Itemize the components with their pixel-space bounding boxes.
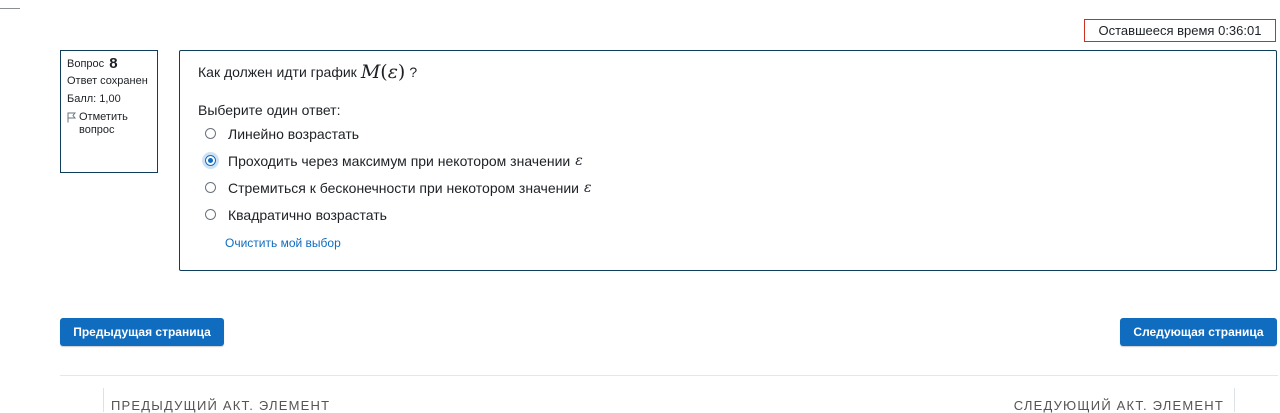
formula-close-paren: ) [397, 61, 406, 83]
top-divider [0, 8, 20, 9]
flag-question-button[interactable]: Отметить вопрос [67, 111, 151, 137]
answer-list: Линейно возрастать Проходить через макси… [198, 120, 1258, 228]
question-grade: Балл: 1,00 [67, 93, 121, 105]
formula-open-paren: ( [380, 61, 388, 83]
timer-label: Оставшееся время [1098, 23, 1215, 38]
formula-function: M [360, 61, 381, 83]
answer-option[interactable]: Квадратично возрастать [198, 201, 1258, 228]
radio-button[interactable] [205, 182, 216, 193]
question-text-end: ? [409, 64, 418, 80]
answer-prompt: Выберите один ответ: [198, 102, 341, 118]
answer-label: Стремиться к бесконечности при некотором… [228, 179, 579, 196]
question-info-panel: Вопрос 8 Ответ сохранен Балл: 1,00 Отмет… [60, 50, 158, 173]
answer-option[interactable]: Стремиться к бесконечности при некотором… [198, 174, 1258, 201]
answer-option[interactable]: Линейно возрастать [198, 120, 1258, 147]
question-number-value: 8 [109, 55, 118, 72]
timer-value: 0:36:01 [1218, 23, 1262, 38]
next-page-button[interactable]: Следующая страница [1120, 318, 1277, 346]
flag-question-label: Отметить вопрос [79, 111, 128, 136]
answer-symbol: ε [584, 179, 592, 196]
quiz-timer: Оставшееся время 0:36:01 [1084, 19, 1276, 42]
footer-divider [60, 375, 1278, 376]
answer-label: Проходить через максимум при некотором з… [228, 152, 571, 169]
radio-button[interactable] [205, 128, 216, 139]
question-state: Ответ сохранен [67, 75, 148, 87]
flag-icon [67, 112, 76, 123]
radio-button[interactable] [205, 209, 216, 220]
clear-choice-link[interactable]: Очистить мой выбор [225, 236, 341, 250]
question-formula: M(ε) [361, 61, 406, 83]
footer-separator-right [1234, 388, 1235, 412]
answer-symbol: ε [575, 152, 583, 169]
question-text-main: Как должен идти график [198, 64, 357, 80]
previous-page-button[interactable]: Предыдущая страница [60, 318, 224, 346]
formula-variable: ε [387, 61, 398, 83]
previous-activity-link[interactable]: ПРЕДЫДУЩИЙ АКТ. ЭЛЕМЕНТ [111, 398, 330, 413]
radio-focus-ring [205, 155, 216, 166]
question-number: Вопрос 8 [67, 55, 151, 72]
answer-option[interactable]: Проходить через максимум при некотором з… [198, 147, 1258, 174]
next-activity-link[interactable]: СЛЕДУЮЩИЙ АКТ. ЭЛЕМЕНТ [1014, 398, 1224, 413]
question-text: Как должен идти график M(ε) ? [198, 61, 1258, 83]
answer-label: Линейно возрастать [228, 125, 360, 142]
question-number-label: Вопрос [67, 58, 105, 70]
answer-label: Квадратично возрастать [228, 206, 387, 223]
radio-button-selected[interactable] [205, 155, 216, 166]
question-content: Как должен идти график M(ε) ? Выберите о… [179, 50, 1277, 271]
footer-separator-left [103, 388, 104, 412]
